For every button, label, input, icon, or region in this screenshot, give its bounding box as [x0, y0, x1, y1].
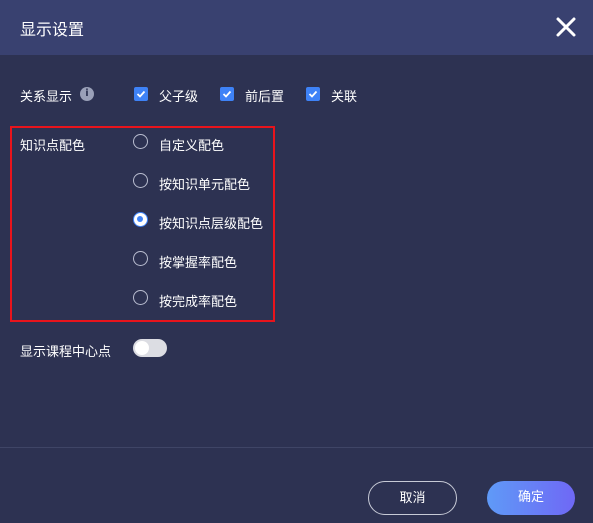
radio-by-mastery[interactable] — [133, 251, 148, 266]
radio-label-by-completion: 按完成率配色 — [159, 295, 238, 310]
radio-custom[interactable] — [133, 134, 148, 149]
checkbox-prerequisite[interactable] — [220, 87, 234, 101]
checkbox-parent-child[interactable] — [134, 87, 148, 101]
radio-by-completion[interactable] — [133, 290, 148, 305]
close-icon[interactable] — [554, 15, 578, 39]
cancel-button[interactable]: 取消 — [368, 481, 457, 515]
radio-label-by-level: 按知识点层级配色 — [159, 217, 264, 232]
toggle-knob — [135, 341, 149, 355]
radio-label-by-mastery: 按掌握率配色 — [159, 256, 238, 271]
dialog-title: 显示设置 — [20, 20, 85, 39]
checkbox-label-prerequisite: 前后置 — [245, 90, 285, 105]
info-icon[interactable]: i — [80, 87, 94, 101]
footer-divider — [0, 447, 593, 448]
checkbox-label-parent-child: 父子级 — [159, 90, 199, 105]
relation-label: 关系显示 — [20, 90, 73, 105]
checkbox-label-association: 关联 — [331, 90, 358, 105]
center-label: 显示课程中心点 — [20, 345, 112, 360]
checkbox-association[interactable] — [306, 87, 320, 101]
radio-label-custom: 自定义配色 — [159, 139, 225, 154]
dialog-header: 显示设置 — [0, 0, 593, 55]
ok-button[interactable]: 确定 — [487, 481, 575, 515]
settings-dialog: 显示设置 关系显示 i 父子级 前后置 关联 知识点配色 自定义配色 按知识单元… — [0, 0, 593, 523]
center-toggle[interactable] — [133, 339, 167, 357]
radio-by-level[interactable] — [133, 212, 148, 227]
coloring-label: 知识点配色 — [20, 139, 86, 154]
radio-selected-dot — [137, 216, 143, 222]
radio-label-by-unit: 按知识单元配色 — [159, 178, 251, 193]
radio-by-unit[interactable] — [133, 173, 148, 188]
